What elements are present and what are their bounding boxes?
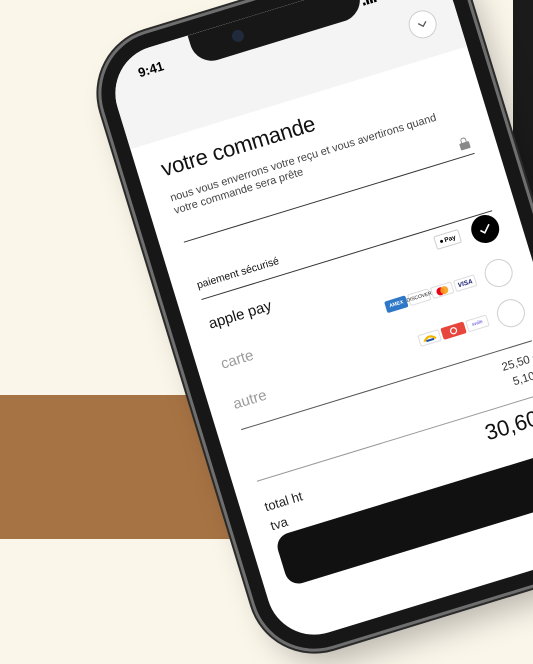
ctr-icon [448, 325, 460, 336]
grand-total: 30,60 € [482, 400, 533, 446]
visa-badge: VISA [453, 274, 478, 292]
payment-option-other[interactable]: autre [231, 387, 269, 413]
payment-option-apple-pay[interactable]: apple pay [207, 297, 274, 332]
ctr-badge [440, 321, 466, 339]
divider [241, 340, 532, 430]
checkmark-icon [478, 222, 492, 235]
camera-icon [230, 28, 245, 43]
discover-badge: DISCOVER [407, 288, 432, 306]
mastercard-badge [430, 281, 455, 299]
payment-option-card[interactable]: carte [219, 347, 256, 373]
secure-payment-label: paiement sécurisé [195, 255, 280, 291]
pay-button[interactable] [274, 448, 533, 587]
tva-label: tva [269, 514, 290, 533]
radio-card[interactable] [481, 256, 516, 291]
meal-voucher-icon [422, 332, 438, 344]
mastercard-icon [434, 284, 450, 297]
swile-badge: swile [465, 314, 490, 332]
chevron-down-icon [417, 20, 428, 29]
lock-icon [458, 136, 471, 150]
apple-pay-badge: ●Pay [433, 229, 462, 250]
meal-voucher-badge [417, 329, 442, 347]
total-ht-label: total ht [263, 489, 305, 515]
radio-other[interactable] [493, 296, 528, 331]
